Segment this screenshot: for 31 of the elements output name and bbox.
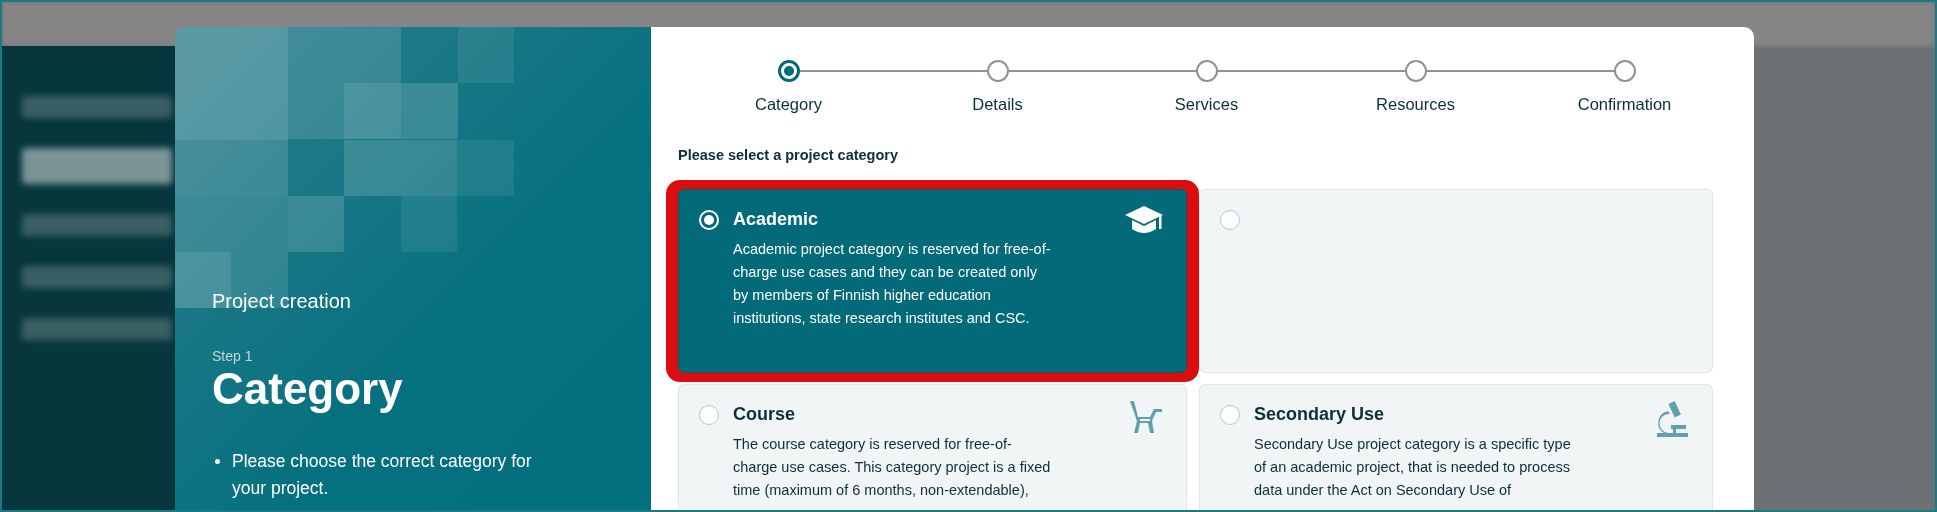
category-card[interactable]: Academic Academic project category is reserved for free-of-charge use cases and they can be created only by members of Finnish higher education institutions, state research institutes and CSC. (678, 189, 1187, 373)
step-number: Step 1 (212, 348, 254, 364)
step-marker[interactable] (777, 60, 800, 82)
category-title: Secondary Use (1254, 403, 1386, 425)
note-text: Please choose the correct category for your project. (232, 450, 532, 500)
step-label: Category (755, 95, 822, 114)
radio-button[interactable] (1220, 405, 1240, 425)
radio-button[interactable] (699, 405, 719, 425)
step-label: Resources (1376, 95, 1455, 114)
category-card[interactable]: Course The course category is reserved for free-of-charge use cases. This category project is a fixed time (maximum of 6 months, non-extendable), (678, 384, 1187, 510)
radio-button[interactable] (1220, 210, 1240, 230)
category-title: Course (733, 403, 796, 425)
category-description: Academic project category is reserved for free-of-charge use cases and they can be created only by members of Finnish higher education institutions, state research institutes and CSC. (733, 240, 1052, 328)
panel-title: Project creation (212, 289, 352, 314)
category-description: The course category is reserved for free-of-charge use cases. This category project is a fixed time (maximum of 6 months, non-extendable), (733, 435, 1052, 500)
category-card[interactable]: Secondary Use Secondary Use project category is a specific type of an academic project, that is needed to process data under the Act on Secondary Use of (1199, 384, 1713, 510)
category-title: Academic (733, 208, 820, 230)
step-marker[interactable] (1195, 60, 1218, 82)
step-marker[interactable] (1404, 60, 1427, 82)
step-marker[interactable] (986, 60, 1009, 82)
desk-chair-icon (1128, 399, 1164, 435)
step-label: Details (972, 95, 1023, 114)
step-label: Confirmation (1577, 95, 1672, 114)
graduation-cap-icon (1124, 204, 1164, 236)
step-label: Services (1174, 95, 1239, 114)
prompt-text: Please select a project category (678, 147, 900, 163)
step-title: Category (212, 364, 404, 414)
category-description: Secondary Use project category is a specific type of an academic project, that is needed to process data under the Act on Secondary Use of (1254, 435, 1572, 500)
microscope-icon (1654, 399, 1690, 439)
bullet-icon (215, 459, 220, 464)
step-marker[interactable] (1613, 60, 1636, 82)
